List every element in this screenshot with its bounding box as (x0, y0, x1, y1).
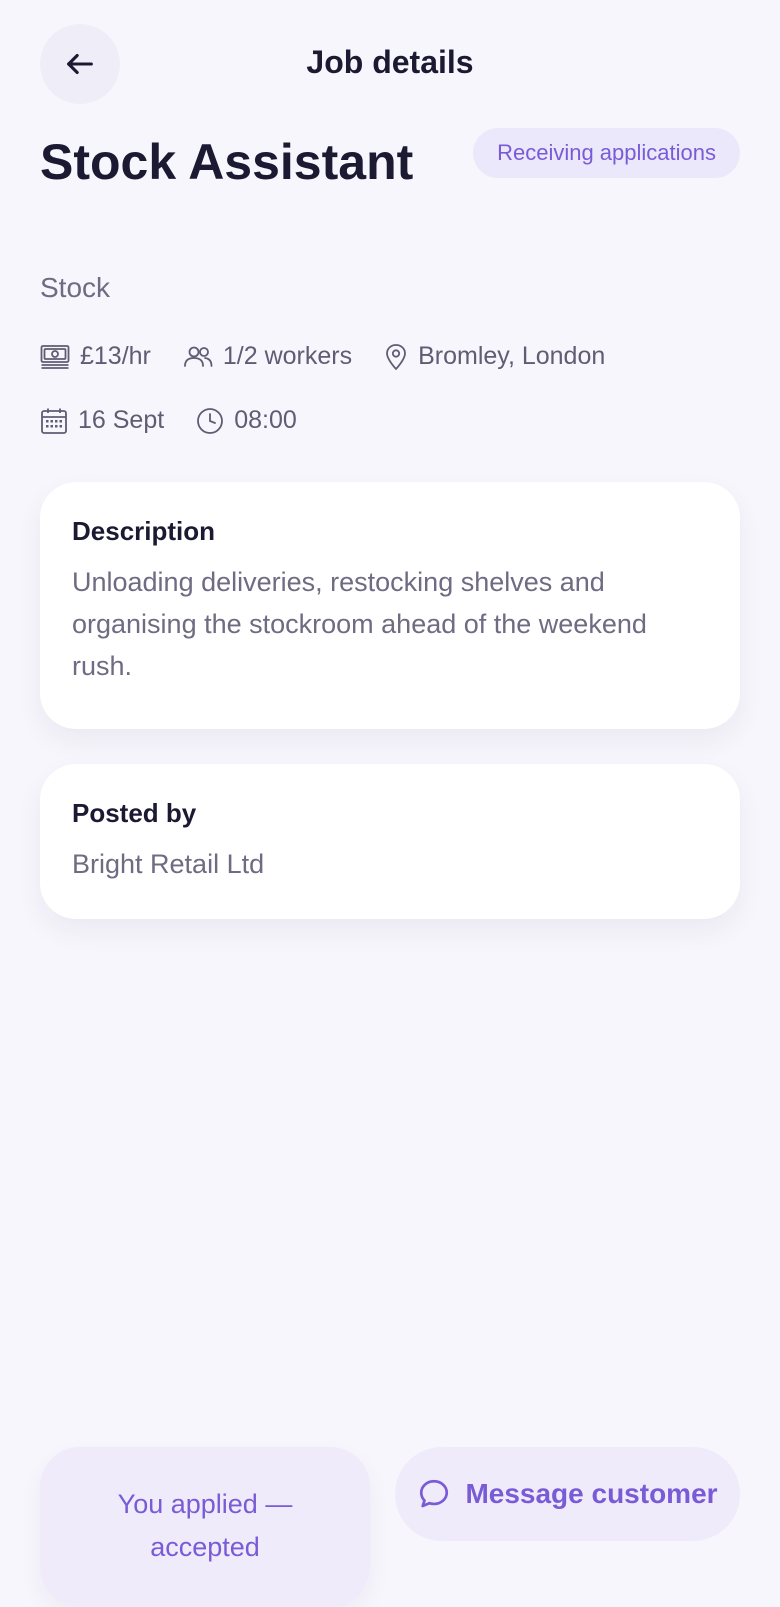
pay-info: £13/hr (40, 342, 151, 371)
job-schedule-row: 16 Sept 08:00 (40, 406, 297, 435)
application-status-button: You applied — accepted (40, 1447, 370, 1607)
job-title: Stock Assistant (40, 134, 414, 190)
poster-name: Bright Retail Ltd (72, 849, 265, 879)
description-text: Unloading deliveries, restocking shelves… (72, 567, 647, 681)
job-meta-row: £13/hr 1/2 workers Bromley, London (40, 342, 605, 371)
page-title: Job details (306, 44, 474, 80)
description-card: Description Unloading deliveries, restoc… (40, 482, 740, 729)
job-date: 16 Sept (78, 406, 165, 434)
message-customer-label: Message customer (465, 1478, 718, 1509)
location-info: Bromley, London (384, 342, 605, 371)
banknote-icon (40, 344, 70, 369)
header: Job details (0, 0, 780, 130)
posted-by-card: Posted by Bright Retail Ltd (40, 764, 740, 919)
calendar-icon (41, 408, 67, 434)
pay-rate: £13/hr (80, 342, 151, 370)
job-time: 08:00 (234, 406, 297, 434)
clock-icon (197, 407, 224, 434)
posted-by-heading: Posted by (72, 798, 197, 828)
time-info: 08:00 (196, 406, 297, 435)
date-info: 16 Sept (40, 406, 164, 435)
map-pin-icon (386, 343, 407, 370)
workers-info: 1/2 workers (183, 342, 352, 371)
chat-bubble-icon (420, 1479, 449, 1508)
location-text: Bromley, London (418, 342, 606, 370)
message-customer-button[interactable]: Message customer (395, 1447, 740, 1541)
job-category: Stock (40, 272, 111, 303)
workers-count: 1/2 workers (222, 342, 353, 370)
description-heading: Description (72, 516, 216, 546)
users-icon (183, 346, 213, 367)
application-status-label: You applied — accepted (117, 1489, 293, 1562)
status-badge: Receiving applications (473, 128, 740, 178)
